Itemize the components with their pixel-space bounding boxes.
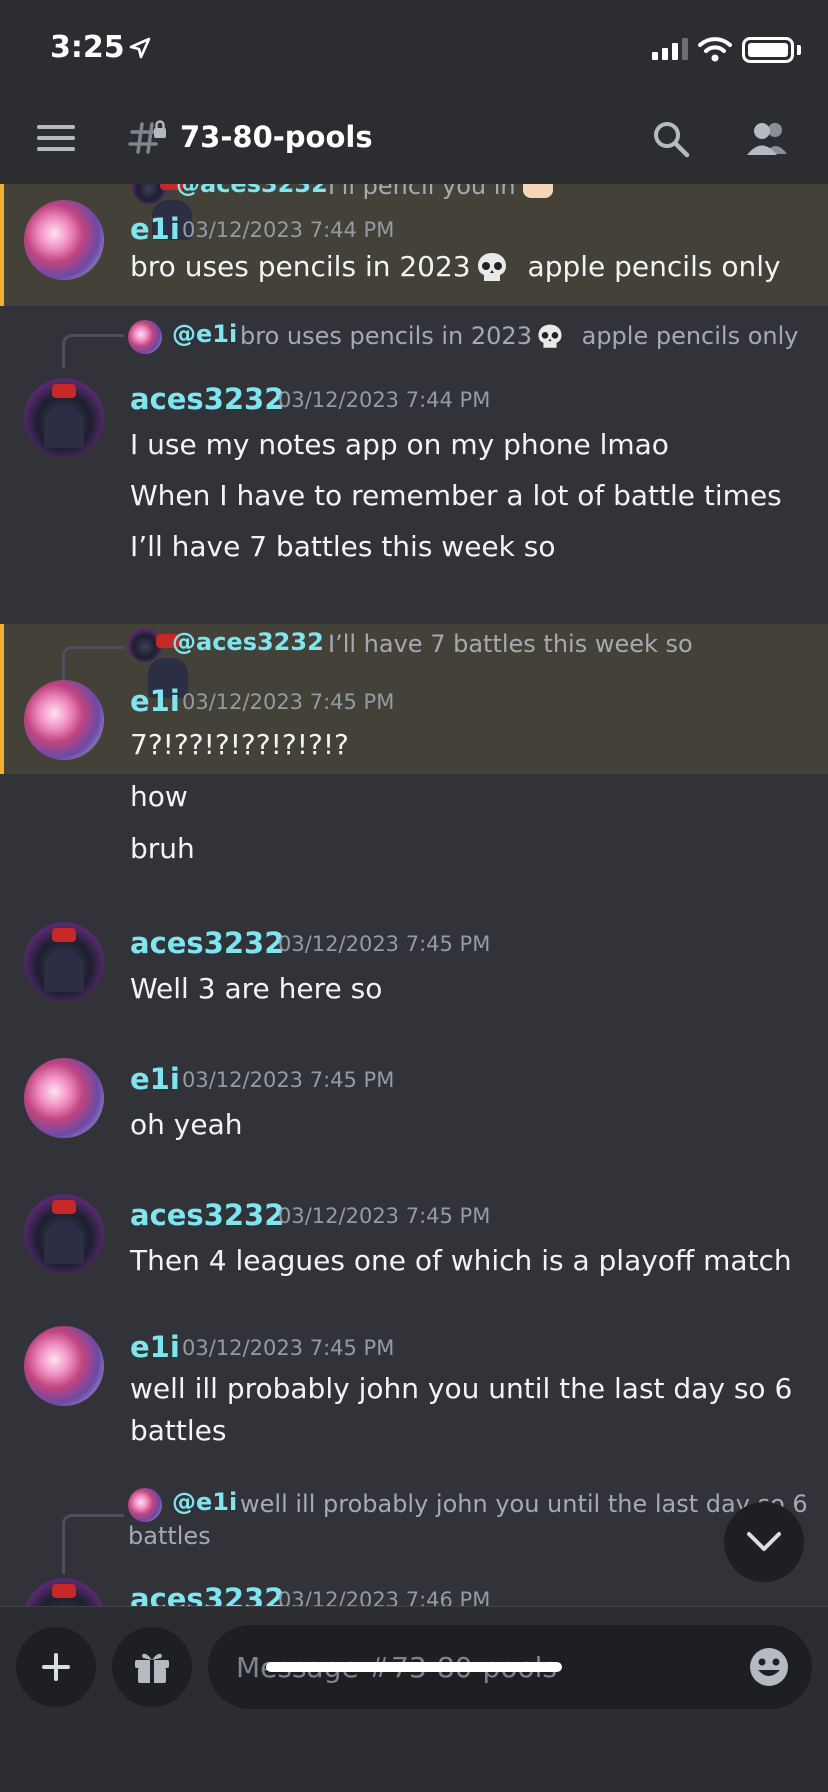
reply-text-continued: battles — [128, 1522, 211, 1550]
timestamp: 03/12/2023 7:45 PM — [182, 1068, 395, 1092]
reply-username[interactable]: @e1i — [172, 1488, 237, 1516]
message-list[interactable]: @aces3232 I'll pencil you in e1i 03/12/2… — [0, 184, 828, 1606]
avatar[interactable] — [24, 200, 104, 280]
reply-connector — [62, 646, 124, 680]
gift-button[interactable] — [112, 1627, 192, 1707]
message-text: I use my notes app on my phone lmao — [130, 428, 669, 461]
scroll-to-bottom-button[interactable] — [724, 1502, 804, 1582]
locked-hash-icon — [128, 120, 166, 154]
username[interactable]: e1i — [130, 1330, 180, 1364]
reply-connector — [62, 334, 124, 368]
username[interactable]: e1i — [130, 212, 180, 246]
chevron-down-icon — [747, 1532, 781, 1551]
message-e1i[interactable]: e1i 03/12/2023 7:45 PM oh yeah — [0, 1040, 828, 1160]
avatar[interactable] — [24, 1058, 104, 1138]
battery-cap — [797, 45, 801, 55]
wifi-icon — [698, 37, 732, 62]
username[interactable]: aces3232 — [130, 926, 284, 960]
username[interactable]: e1i — [130, 1062, 180, 1096]
members-icon[interactable] — [745, 120, 789, 156]
message-text: Well 3 are here so — [130, 972, 383, 1005]
username[interactable]: e1i — [130, 684, 180, 718]
skull-emoji — [477, 253, 506, 281]
avatar[interactable] — [24, 378, 104, 458]
username[interactable]: aces3232 — [130, 1198, 284, 1232]
reply-text: I'll pencil you in — [328, 184, 554, 200]
message-text: bro uses pencils in 2023 apple pencils o… — [130, 250, 781, 283]
username[interactable]: aces3232 — [130, 382, 284, 416]
timestamp: 03/12/2023 7:46 PM — [278, 1588, 491, 1606]
timestamp: 03/12/2023 7:45 PM — [278, 1204, 491, 1228]
avatar[interactable] — [24, 1578, 104, 1606]
reply-avatar — [128, 628, 188, 698]
menu-icon[interactable] — [37, 125, 75, 151]
username[interactable]: aces3232 — [130, 1582, 284, 1606]
timestamp: 03/12/2023 7:45 PM — [278, 932, 491, 956]
reply-username[interactable]: @aces3232 — [176, 184, 328, 198]
gift-icon — [135, 1653, 169, 1683]
message-text: well ill probably john you until the las… — [130, 1372, 793, 1405]
reply-username[interactable]: @e1i — [172, 320, 237, 348]
avatar[interactable] — [24, 1194, 104, 1274]
message-aces3232[interactable]: @e1i bro uses pencils in 2023 apple penc… — [0, 302, 828, 563]
message-aces3232[interactable]: @e1i well ill probably john you until th… — [0, 1474, 828, 1606]
timestamp: 03/12/2023 7:45 PM — [182, 690, 395, 714]
home-indicator — [266, 1662, 562, 1672]
emoji-icon[interactable] — [748, 1646, 790, 1688]
skull-emoji — [538, 324, 562, 348]
message-text: 7?!??!?!??!?!?!? — [130, 728, 349, 761]
reply-username[interactable]: @aces3232 — [172, 628, 324, 656]
message-text: oh yeah — [130, 1108, 243, 1141]
search-icon[interactable] — [652, 120, 690, 158]
reply-text: I’ll have 7 battles this week so — [328, 630, 693, 658]
bottom-bar — [0, 1606, 828, 1792]
message-text: bruh — [130, 832, 195, 865]
message-e1i-mention[interactable]: @aces3232 I’ll have 7 battles this week … — [0, 624, 828, 774]
message-aces3232[interactable]: aces3232 03/12/2023 7:45 PM Well 3 are h… — [0, 904, 828, 1024]
message-aces3232[interactable]: aces3232 03/12/2023 7:45 PM Then 4 leagu… — [0, 1176, 828, 1296]
timestamp: 03/12/2023 7:45 PM — [182, 1336, 395, 1360]
message-text: Then 4 leagues one of which is a playoff… — [130, 1244, 792, 1277]
timestamp: 03/12/2023 7:44 PM — [278, 388, 491, 412]
avatar[interactable] — [24, 680, 104, 760]
message-text: how — [130, 780, 188, 813]
message-text: battles — [130, 1414, 227, 1447]
message-text: When I have to remember a lot of battle … — [130, 479, 782, 512]
location-arrow-icon — [129, 37, 151, 59]
plus-icon — [42, 1653, 70, 1681]
message-text: I’ll have 7 battles this week so — [130, 530, 556, 563]
reply-avatar — [132, 184, 192, 240]
status-time: 3:25 — [50, 30, 125, 65]
timestamp: 03/12/2023 7:44 PM — [182, 218, 395, 242]
fist-emoji — [523, 184, 554, 198]
message-e1i-mention[interactable]: @aces3232 I'll pencil you in e1i 03/12/2… — [0, 184, 828, 306]
reply-text: well ill probably john you until the las… — [240, 1490, 808, 1518]
avatar[interactable] — [24, 1326, 104, 1406]
battery-icon — [742, 37, 794, 63]
reply-connector — [62, 1514, 124, 1574]
top-bar: 3:25 73-80-pools — [0, 0, 828, 184]
reply-text: bro uses pencils in 2023 apple pencils o… — [240, 322, 799, 350]
add-attachment-button[interactable] — [16, 1627, 96, 1707]
signal-icon — [652, 38, 688, 60]
reply-avatar — [128, 1488, 162, 1522]
channel-name[interactable]: 73-80-pools — [180, 120, 373, 154]
reply-avatar — [128, 320, 162, 354]
message-e1i[interactable]: e1i 03/12/2023 7:45 PM well ill probably… — [0, 1308, 828, 1448]
avatar[interactable] — [24, 922, 104, 1002]
